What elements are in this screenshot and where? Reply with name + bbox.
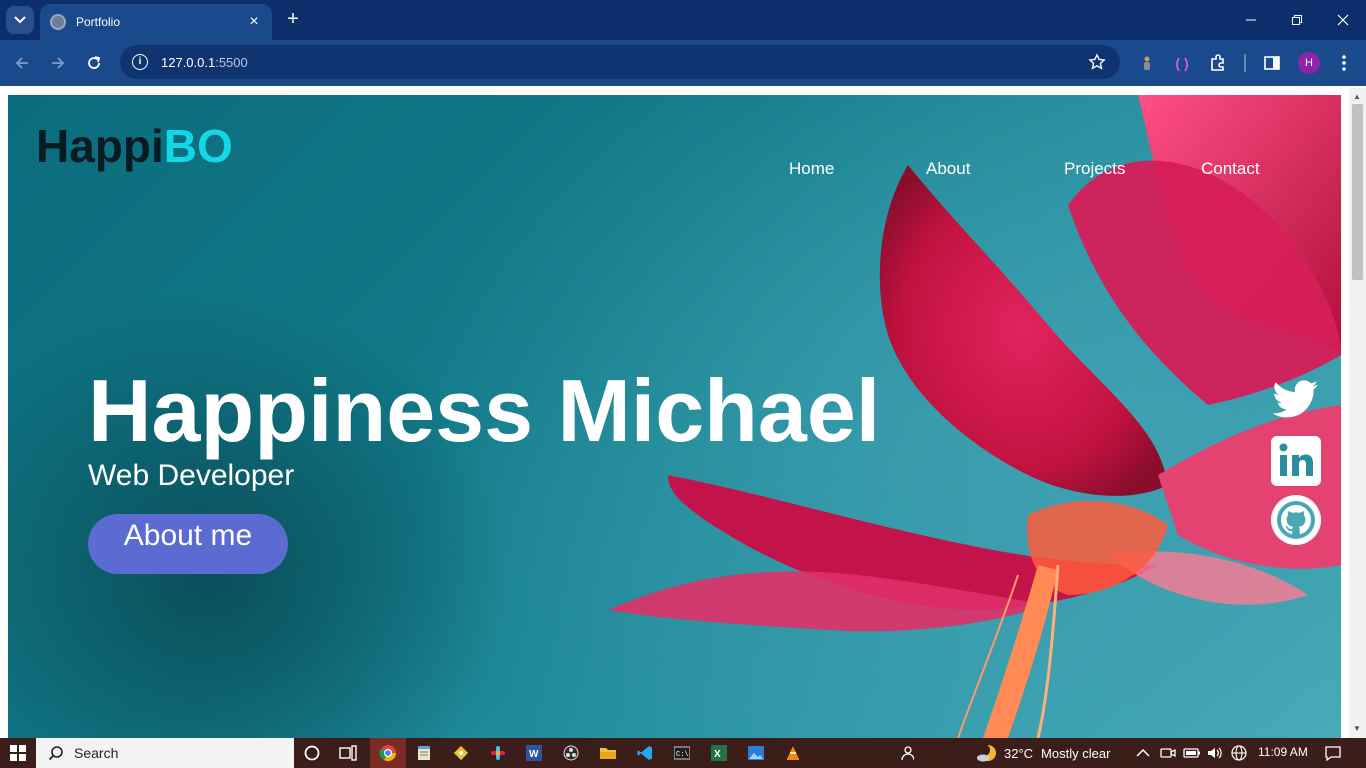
photos-icon[interactable] <box>744 741 768 765</box>
search-label: Search <box>74 745 119 761</box>
github-icon[interactable] <box>1271 495 1321 545</box>
extension-icon[interactable] <box>1136 52 1158 74</box>
svg-text:W: W <box>529 749 539 760</box>
slack-icon[interactable] <box>486 741 510 765</box>
word-icon[interactable]: W <box>522 741 546 765</box>
obs-icon[interactable] <box>559 741 583 765</box>
nav-contact[interactable]: Contact <box>1201 159 1260 179</box>
tab-title: Portfolio <box>76 15 121 29</box>
volume-icon[interactable] <box>1207 745 1223 761</box>
minimize-icon <box>1246 19 1256 21</box>
task-view-icon[interactable] <box>336 741 360 765</box>
weather-desc: Mostly clear <box>1041 745 1111 761</box>
tray-overflow-icon[interactable] <box>1136 745 1150 761</box>
people-icon[interactable] <box>894 741 918 765</box>
notification-icon[interactable] <box>1324 744 1342 767</box>
logo-part2: BO <box>163 120 233 172</box>
browser-tab[interactable]: Portfolio × <box>40 4 272 40</box>
more-menu-icon[interactable] <box>1333 52 1355 74</box>
network-globe-icon[interactable] <box>1231 745 1247 761</box>
browser-titlebar: Portfolio × + <box>0 0 1366 40</box>
close-icon <box>1337 14 1349 26</box>
arrow-right-icon <box>52 57 65 69</box>
forward-button[interactable] <box>46 51 70 75</box>
notepad-icon[interactable] <box>412 741 436 765</box>
camera-icon[interactable] <box>1160 745 1176 761</box>
restore-button[interactable] <box>1274 0 1320 40</box>
file-explorer-icon[interactable] <box>596 741 620 765</box>
back-button[interactable] <box>10 51 34 75</box>
logo-part1: Happi <box>36 120 164 172</box>
weather-widget[interactable]: 32°C Mostly clear <box>976 743 1110 763</box>
moon-cloud-icon <box>977 744 996 762</box>
url-host: 127.0.0.1 <box>161 54 216 70</box>
chevron-down-icon <box>14 16 26 24</box>
page-scrollbar[interactable]: ▲ ▼ <box>1349 88 1366 738</box>
vscode-icon[interactable] <box>633 741 657 765</box>
excel-icon[interactable]: X <box>707 741 731 765</box>
scroll-down-icon[interactable]: ▼ <box>1353 724 1361 733</box>
windows-logo-icon <box>10 745 26 761</box>
scroll-thumb[interactable] <box>1352 104 1363 280</box>
clock-time[interactable]: 11:09 AM <box>1258 745 1308 759</box>
page-viewport: HappiBO Home About Projects Contact Happ… <box>8 95 1341 738</box>
reload-button[interactable] <box>82 51 106 75</box>
svg-text:C:\: C:\ <box>676 751 689 759</box>
windows-taskbar: Search W C:\ X 32°C Mostly clear 11:09 A… <box>0 738 1366 768</box>
side-panel-icon[interactable] <box>1261 52 1283 74</box>
hero-name: Happiness Michael <box>88 361 881 460</box>
search-icon <box>48 746 63 761</box>
terminal-icon[interactable]: C:\ <box>670 741 694 765</box>
reload-icon <box>88 56 101 69</box>
taskbar-search[interactable]: Search <box>36 738 294 768</box>
arrow-left-icon <box>15 57 28 69</box>
vlc-icon[interactable] <box>781 741 805 765</box>
weather-temp: 32°C <box>1004 745 1034 761</box>
address-bar[interactable]: i 127.0.0.1:5500 <box>120 45 1120 79</box>
nav-home[interactable]: Home <box>789 159 834 179</box>
url-port: :5500 <box>215 54 248 70</box>
profile-avatar[interactable]: H <box>1298 52 1320 74</box>
bookmark-star-icon[interactable] <box>1088 53 1106 76</box>
about-me-button[interactable]: About me <box>88 514 288 574</box>
url-text: 127.0.0.1:5500 <box>161 55 248 70</box>
browser-toolbar: i 127.0.0.1:5500 ( ) H <box>0 40 1366 86</box>
new-tab-button[interactable]: + <box>282 8 304 30</box>
start-button[interactable] <box>0 738 36 768</box>
extension-brackets-icon[interactable]: ( ) <box>1171 52 1193 74</box>
minimize-button[interactable] <box>1228 0 1274 40</box>
toolbar-divider <box>1244 54 1246 72</box>
restore-icon <box>1292 15 1302 25</box>
twitter-icon[interactable] <box>1271 375 1321 425</box>
tab-search-button[interactable] <box>6 6 34 34</box>
nav-projects[interactable]: Projects <box>1064 159 1125 179</box>
puzzle-icon[interactable] <box>1207 52 1229 74</box>
battery-icon[interactable] <box>1183 745 1201 761</box>
nav-about[interactable]: About <box>926 159 970 179</box>
close-tab-icon[interactable]: × <box>246 13 262 31</box>
cortana-icon[interactable] <box>300 741 324 765</box>
toolbar-separator <box>0 86 1366 94</box>
svg-text:X: X <box>714 749 721 760</box>
hero-role: Web Developer <box>88 459 295 492</box>
git-icon[interactable] <box>449 741 473 765</box>
close-window-button[interactable] <box>1320 0 1366 40</box>
linkedin-icon[interactable] <box>1271 436 1321 486</box>
site-logo[interactable]: HappiBO <box>36 119 233 173</box>
chrome-icon[interactable] <box>376 741 400 765</box>
globe-icon <box>50 14 66 30</box>
scroll-up-icon[interactable]: ▲ <box>1353 92 1361 101</box>
site-info-icon[interactable]: i <box>132 54 148 70</box>
